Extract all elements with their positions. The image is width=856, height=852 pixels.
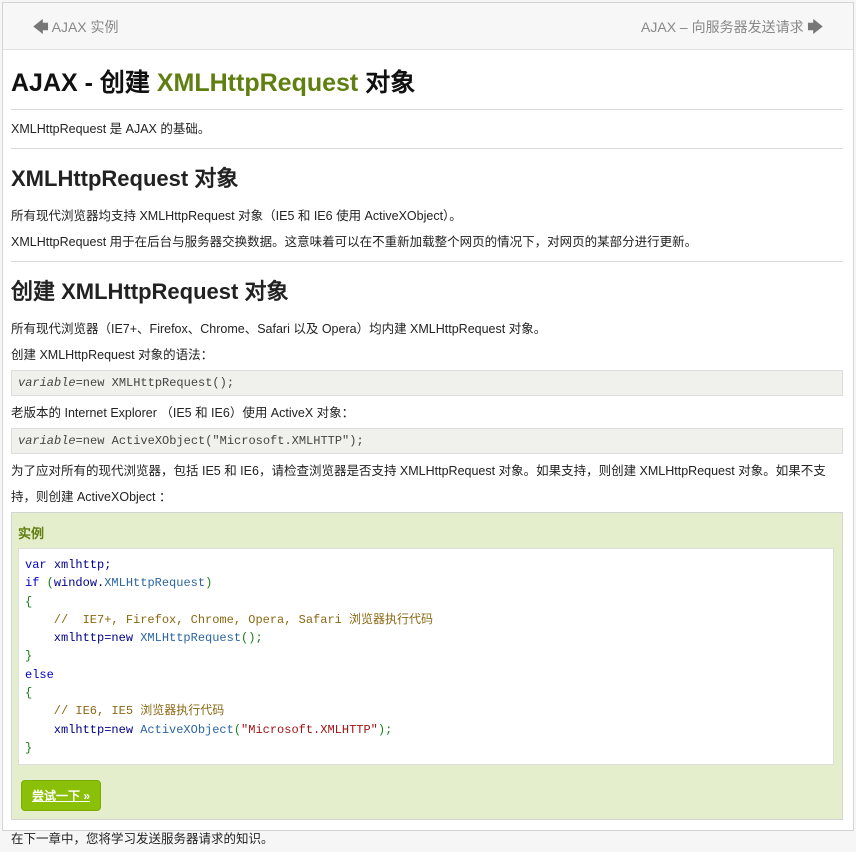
section-heading-create: 创建 XMLHttpRequest 对象: [11, 279, 289, 304]
next-link[interactable]: AJAX – 向服务器发送请求 🡆: [641, 17, 823, 42]
page-title: AJAX - 创建 XMLHttpRequest 对象: [11, 63, 843, 110]
code-line: var xmlhttp;: [25, 558, 112, 572]
top-navigation: 🡄 AJAX 实例 AJAX – 向服务器发送请求 🡆: [3, 3, 853, 50]
title-suffix: 对象: [358, 69, 416, 97]
previous-link-label: AJAX 实例: [51, 19, 119, 35]
code-line: {: [25, 594, 33, 609]
code-variable: variable: [18, 434, 76, 448]
code-line: }: [25, 649, 33, 664]
arrow-right-icon: 🡆: [807, 19, 824, 36]
divider: [11, 261, 843, 262]
section2-paragraph-2: 创建 XMLHttpRequest 对象的语法：: [11, 348, 214, 362]
example-heading: 实例: [18, 526, 45, 541]
example-code: var xmlhttp; if (window.XMLHttpRequest) …: [18, 548, 834, 766]
previous-link[interactable]: 🡄 AJAX 实例: [33, 17, 119, 42]
section1-paragraph-2: XMLHttpRequest 用于在后台与服务器交换数据。这意味着可以在不重新加…: [11, 235, 698, 249]
syntax-code-block-2: variable=new ActiveXObject("Microsoft.XM…: [11, 428, 843, 454]
page: 🡄 AJAX 实例 AJAX – 向服务器发送请求 🡆 AJAX - 创建 XM…: [2, 2, 854, 846]
title-prefix: AJAX - 创建: [11, 69, 157, 97]
syntax-code-block-1: variable=new XMLHttpRequest();: [11, 370, 843, 396]
main-content: AJAX - 创建 XMLHttpRequest 对象 XMLHttpReque…: [11, 49, 843, 852]
code-comment-line: // IE7+, Firefox, Chrome, Opera, Safari …: [25, 612, 434, 627]
section-heading-xmlhttprequest: XMLHttpRequest 对象: [11, 166, 239, 191]
code-comment-line: // IE6, IE5 浏览器执行代码: [25, 704, 225, 719]
closing-text: 在下一章中，您将学习发送服务器请求的知识。: [11, 832, 274, 847]
arrow-left-icon: 🡄: [33, 19, 49, 36]
title-highlight: XMLHttpRequest: [156, 69, 359, 97]
code-line: {: [25, 686, 33, 701]
code-variable: variable: [18, 376, 76, 390]
code-line: }: [25, 740, 33, 755]
divider: [11, 148, 843, 149]
section2-paragraph-3: 老版本的 Internet Explorer （IE5 和 IE6）使用 Act…: [11, 406, 355, 420]
code-text: =new XMLHttpRequest();: [75, 376, 235, 390]
try-it-button[interactable]: 尝试一下 »: [21, 780, 102, 812]
section2-paragraph-1: 所有现代浏览器（IE7+、Firefox、Chrome、Safari 以及 Op…: [11, 322, 547, 336]
code-line: xmlhttp=new XMLHttpRequest();: [25, 631, 263, 646]
intro-text: XMLHttpRequest 是 AJAX 的基础。: [11, 122, 211, 136]
code-line: xmlhttp=new ActiveXObject("Microsoft.XML…: [25, 722, 393, 737]
section1-paragraph-1: 所有现代浏览器均支持 XMLHttpRequest 对象（IE5 和 IE6 使…: [11, 209, 462, 223]
next-link-label: AJAX – 向服务器发送请求: [641, 19, 804, 35]
code-line: if (window.XMLHttpRequest): [25, 576, 213, 591]
example-box: 实例 var xmlhttp; if (window.XMLHttpReques…: [11, 512, 843, 821]
section2-paragraph-4: 为了应对所有的现代浏览器，包括 IE5 和 IE6，请检查浏览器是否支持 XML…: [11, 464, 826, 504]
code-text: =new ActiveXObject("Microsoft.XMLHTTP");: [75, 434, 364, 448]
code-line: else: [25, 667, 54, 682]
